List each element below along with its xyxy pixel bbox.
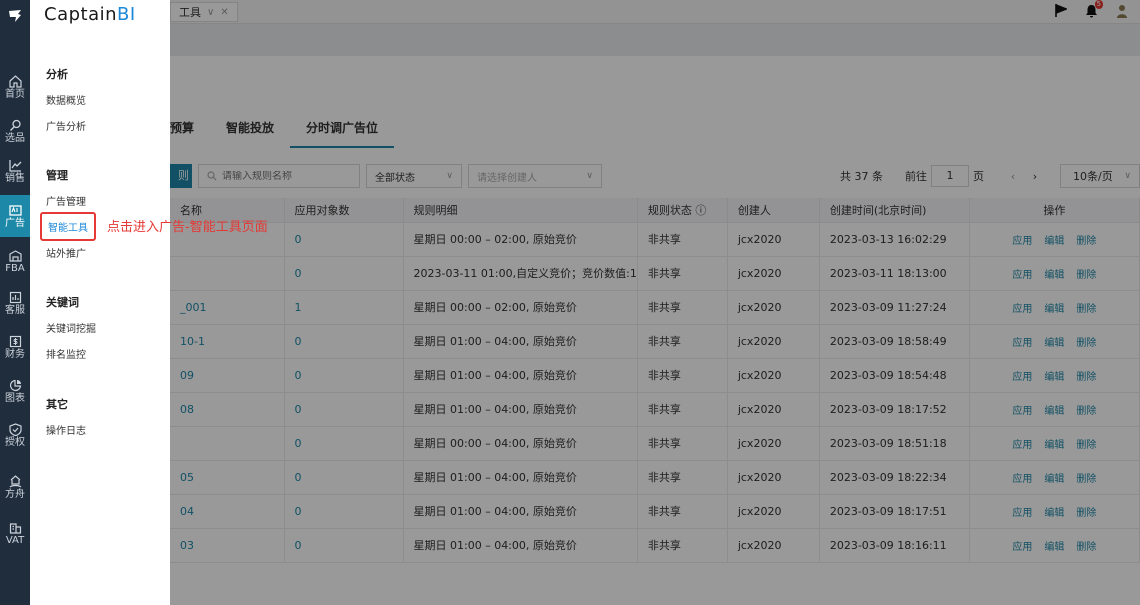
rail-item-label: 方舟 <box>5 488 25 500</box>
menu-link-1-1[interactable]: 智能工具 <box>40 212 96 241</box>
menu-link-0-1[interactable]: 广告分析 <box>46 118 86 133</box>
search-icon <box>9 119 21 131</box>
rail-item-label: 首页 <box>5 88 25 100</box>
home-icon <box>8 74 22 88</box>
shield-icon <box>8 422 22 436</box>
chart-line-icon <box>8 159 21 172</box>
menu-link-2-1[interactable]: 排名监控 <box>46 346 86 361</box>
modal-overlay[interactable] <box>30 0 1140 605</box>
menu-link-2-0[interactable]: 关键词挖掘 <box>46 320 96 335</box>
menu-link-0-0[interactable]: 数据概览 <box>46 92 86 107</box>
rail-item-label: 选品 <box>5 132 25 144</box>
building-icon <box>9 522 21 534</box>
rail-item-label: 授权 <box>5 436 25 448</box>
rail-item-3[interactable]: 广告 <box>0 195 30 237</box>
rail-item-4[interactable]: FBA <box>0 240 30 282</box>
rail-item-label: FBA <box>5 262 25 274</box>
menu-heading-2: 关键词 <box>46 296 79 309</box>
rail-item-7[interactable]: 图表 <box>0 370 30 412</box>
rail-item-label: 客服 <box>5 304 25 316</box>
dollar-icon <box>9 335 21 347</box>
warehouse-icon <box>8 249 22 262</box>
rail-item-2[interactable]: 销售 <box>0 150 30 192</box>
ad-dropdown-menu: CaptainBI 分析数据概览广告分析管理广告管理智能工具站外推广关键词关键词… <box>30 0 170 605</box>
menu-heading-3: 其它 <box>46 398 68 411</box>
ad-icon <box>8 204 22 216</box>
service-icon <box>9 291 21 303</box>
menu-heading-0: 分析 <box>46 68 68 81</box>
rail-item-label: 广告 <box>5 217 25 229</box>
rail-item-9[interactable]: 方舟 <box>0 466 30 508</box>
pie-icon <box>9 379 21 391</box>
left-rail: 首页选品销售广告 FBA 客服财务图表授权方舟 VAT <box>0 0 30 605</box>
ark-icon <box>9 474 21 487</box>
rail-item-label: 销售 <box>5 172 25 184</box>
rail-item-10[interactable]: VAT <box>0 512 30 554</box>
rail-item-5[interactable]: 客服 <box>0 282 30 324</box>
rail-item-label: VAT <box>5 534 25 546</box>
rail-item-0[interactable]: 首页 <box>0 66 30 108</box>
menu-link-1-2[interactable]: 站外推广 <box>46 245 86 260</box>
menu-link-3-0[interactable]: 操作日志 <box>46 422 86 437</box>
rail-item-label: 财务 <box>5 348 25 360</box>
menu-heading-1: 管理 <box>46 169 68 182</box>
rail-item-8[interactable]: 授权 <box>0 414 30 456</box>
captainbi-logo: CaptainBI <box>44 4 136 25</box>
menu-link-1-0[interactable]: 广告管理 <box>46 193 86 208</box>
annotation-callout: 点击进入广告-智能工具页面 <box>107 220 268 235</box>
rail-item-1[interactable]: 选品 <box>0 110 30 152</box>
rail-item-label: 图表 <box>5 392 25 404</box>
app-logo-icon[interactable] <box>0 0 30 32</box>
rail-item-6[interactable]: 财务 <box>0 326 30 368</box>
